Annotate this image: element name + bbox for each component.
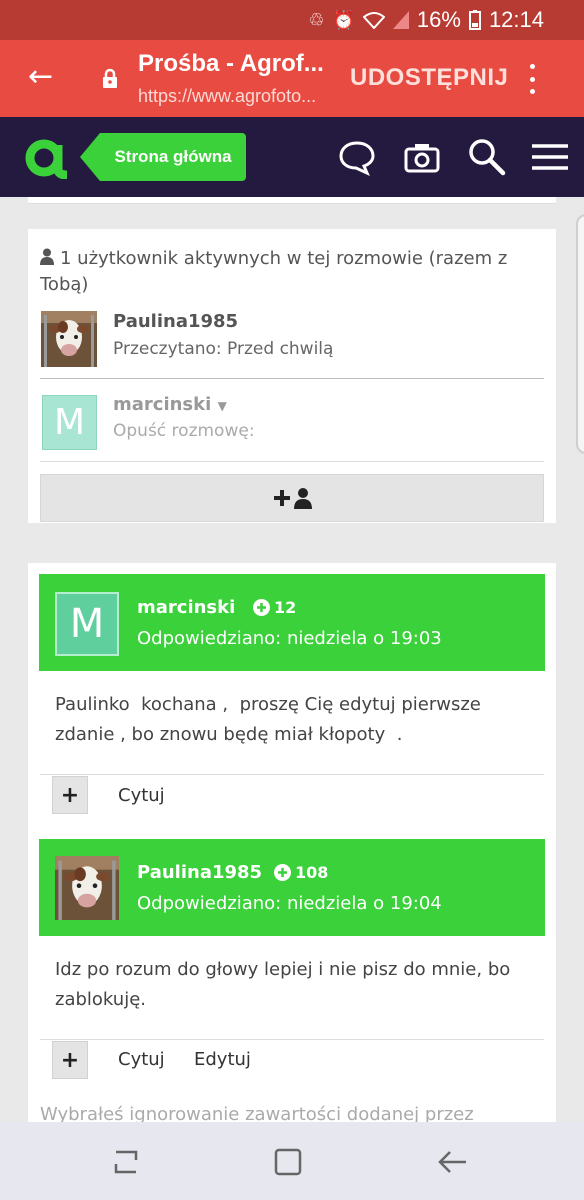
post-author-avatar[interactable]: M — [55, 592, 119, 656]
reputation-badge: 12 — [253, 598, 296, 617]
search-icon[interactable] — [466, 137, 506, 177]
divider — [40, 461, 544, 462]
alarm-icon: ⏰ — [332, 9, 355, 30]
multi-quote-button[interactable]: + — [52, 1041, 88, 1079]
url-bar[interactable]: https://www.agrofoto... — [138, 86, 333, 107]
more-menu-icon[interactable] — [526, 64, 538, 94]
quote-link[interactable]: Cytuj — [118, 1049, 165, 1070]
content-top-edge — [28, 197, 556, 204]
edit-link[interactable]: Edytuj — [194, 1049, 251, 1070]
camera-icon[interactable] — [402, 137, 442, 177]
divider — [40, 1039, 544, 1040]
post-author-name[interactable]: marcinski — [137, 597, 235, 618]
share-button[interactable]: UDOSTĘPNIJ — [350, 64, 508, 92]
post-author-avatar[interactable] — [55, 856, 119, 920]
browser-toolbar: ← Prośba - Agrof... https://www.agrofoto… — [0, 40, 584, 117]
cow-avatar-icon — [55, 856, 119, 920]
plus-circle-icon — [253, 599, 270, 616]
recent-apps-icon[interactable] — [110, 1146, 142, 1178]
avatar-letter: M — [69, 601, 105, 647]
post-date: Odpowiedziano: niedziela o 19:04 — [137, 893, 442, 914]
battery-icon — [468, 10, 481, 30]
multi-quote-button[interactable]: + — [52, 776, 88, 814]
reputation-count: 12 — [274, 598, 297, 617]
plus-circle-icon — [274, 864, 291, 881]
post-body: Paulinko kochana , proszę Cię edytuj pie… — [55, 694, 493, 745]
participant-name: marcinski — [113, 394, 212, 415]
participant-avatar-paulina[interactable] — [41, 311, 97, 367]
back-icon[interactable] — [436, 1146, 468, 1178]
post-date: Odpowiedziano: niedziela o 19:03 — [137, 628, 442, 649]
user-icon — [40, 248, 54, 265]
post-body: Idz po rozum do głowy lepiej i nie pisz … — [55, 959, 516, 1010]
participant-avatar-marcinski[interactable]: M — [42, 395, 97, 450]
site-header: Strona główna — [0, 117, 584, 197]
page-title: Prośba - Agrof... — [138, 50, 324, 77]
hamburger-menu-icon[interactable] — [530, 137, 570, 177]
home-icon[interactable] — [272, 1146, 304, 1178]
recycle-icon: ♲ — [308, 9, 325, 30]
avatar-letter: M — [53, 402, 86, 443]
participant-name-dropdown[interactable]: marcinski ▼ — [113, 394, 227, 415]
divider — [40, 774, 544, 775]
lock-icon — [103, 68, 117, 88]
participant-name[interactable]: Paulina1985 — [113, 311, 238, 332]
clock: 12:14 — [488, 7, 544, 32]
signal-icon — [392, 11, 409, 29]
cow-avatar-icon — [41, 311, 97, 367]
status-bar: ♲ ⏰ 16% 12:14 — [0, 0, 584, 40]
caret-down-icon: ▼ — [217, 399, 227, 413]
wifi-icon — [362, 12, 385, 29]
battery-percent: 16% — [416, 7, 461, 32]
participant-status: Przeczytano: Przed chwilą — [113, 339, 334, 359]
android-nav-bar — [0, 1122, 584, 1200]
post-author-name[interactable]: Paulina1985 — [137, 862, 262, 883]
chat-icon[interactable] — [337, 137, 377, 177]
back-arrow-icon[interactable]: ← — [28, 62, 53, 92]
scroll-handle[interactable] — [576, 214, 584, 454]
agrofoto-logo[interactable] — [25, 137, 73, 179]
divider — [40, 378, 544, 379]
home-tab[interactable]: Strona główna — [80, 133, 246, 181]
active-users-text: 1 użytkownik aktywnych w tej rozmowie (r… — [40, 248, 508, 295]
quote-link[interactable]: Cytuj — [118, 785, 165, 806]
reputation-count: 108 — [295, 863, 329, 882]
add-participant-button[interactable] — [40, 474, 544, 522]
add-user-icon — [274, 488, 312, 509]
home-tab-label: Strona główna — [100, 133, 246, 181]
leave-conversation-link[interactable]: Opuść rozmowę: — [113, 421, 255, 441]
reputation-badge: 108 — [274, 863, 328, 882]
